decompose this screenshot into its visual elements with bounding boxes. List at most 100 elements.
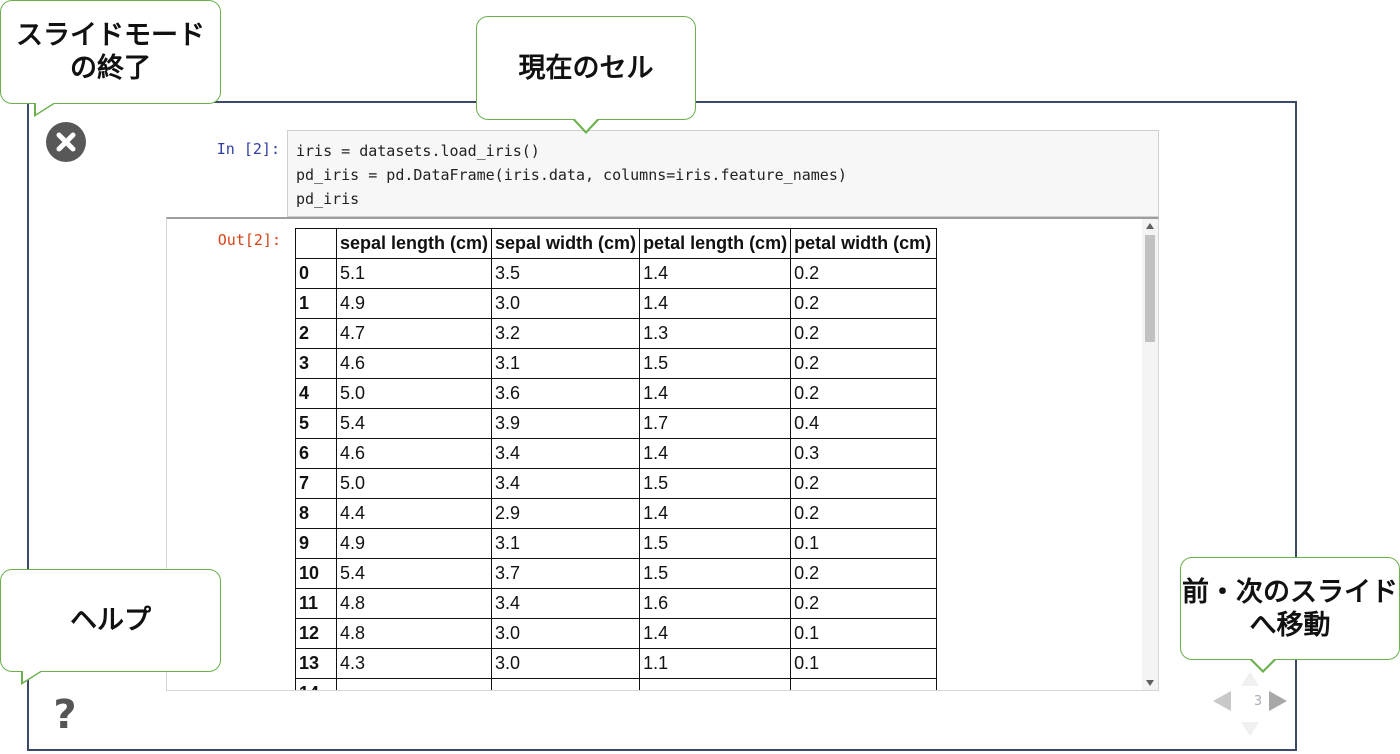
table-cell: 4.9	[335, 528, 493, 559]
table-row: 0 5.1 3.5 1.4 0.2	[295, 258, 938, 289]
table-cell: 5.4	[335, 558, 493, 589]
callout-exit-slideshow: スライドモード の終了	[0, 0, 221, 117]
row-index-cell: 13	[295, 648, 337, 679]
table-cell: 1.7	[639, 408, 792, 439]
table-cell: 0.2	[790, 468, 938, 499]
code-line: pd_iris	[296, 190, 360, 208]
vertical-scrollbar[interactable]	[1142, 219, 1158, 690]
exit-slideshow-button[interactable]	[46, 122, 86, 162]
nav-up-arrow-icon[interactable]	[1241, 672, 1259, 686]
row-index-cell: 3	[295, 348, 337, 379]
column-header: petal length (cm)	[639, 228, 792, 259]
callout-navigation: 前・次のスライド へ移動	[1180, 557, 1400, 673]
table-header-row: sepal length (cm) sepal width (cm) petal…	[295, 228, 938, 259]
table-cell: 3.4	[491, 468, 641, 499]
table-row: 9 4.9 3.1 1.5 0.1	[295, 528, 938, 559]
table-cell: 5.0	[335, 378, 493, 409]
table-cell: 3.6	[491, 378, 641, 409]
callout-current-cell: 現在のセル	[476, 16, 696, 134]
row-index-cell: 5	[295, 408, 337, 439]
column-header: sepal length (cm)	[335, 228, 493, 259]
column-header: sepal width (cm)	[491, 228, 641, 259]
table-cell: 3.0	[491, 648, 641, 679]
callout-text: 現在のセル	[518, 52, 654, 84]
table-cell: 3.5	[491, 258, 641, 289]
table-row: 13 4.3 3.0 1.1 0.1	[295, 648, 938, 679]
nav-prev-arrow-icon[interactable]	[1213, 691, 1231, 711]
table-cell: 4.6	[335, 438, 493, 469]
table-cell: 0.2	[790, 378, 938, 409]
table-row: 8 4.4 2.9 1.4 0.2	[295, 498, 938, 529]
nav-down-arrow-icon[interactable]	[1241, 722, 1259, 736]
table-cell	[790, 678, 938, 690]
table-row: 2 4.7 3.2 1.3 0.2	[295, 318, 938, 349]
table-cell: 4.7	[335, 318, 493, 349]
callout-text: ヘルプ	[70, 605, 151, 636]
output-area[interactable]: Out[2]: sepal length (cm) sepal width (c…	[166, 217, 1159, 691]
table-cell: 3.0	[491, 288, 641, 319]
table-cell	[639, 678, 792, 690]
column-header: petal width (cm)	[790, 228, 938, 259]
table-cell: 0.1	[790, 618, 938, 649]
table-row: 10 5.4 3.7 1.5 0.2	[295, 558, 938, 589]
row-index-cell: 9	[295, 528, 337, 559]
table-cell: 4.4	[335, 498, 493, 529]
table-cell: 4.9	[335, 288, 493, 319]
row-index-cell: 4	[295, 378, 337, 409]
scroll-down-arrow-icon[interactable]	[1146, 680, 1154, 686]
nav-next-arrow-icon[interactable]	[1269, 691, 1287, 711]
table-cell: 0.2	[790, 288, 938, 319]
row-index-cell: 0	[295, 258, 337, 289]
table-cell: 1.5	[639, 528, 792, 559]
callout-text: 前・次のスライド へ移動	[1182, 576, 1398, 641]
table-cell: 1.1	[639, 648, 792, 679]
table-cell: 1.5	[639, 558, 792, 589]
row-index-cell: 6	[295, 438, 337, 469]
table-cell: 3.1	[491, 348, 641, 379]
table-cell: 0.4	[790, 408, 938, 439]
row-index-cell: 12	[295, 618, 337, 649]
table-row: 5 5.4 3.9 1.7 0.4	[295, 408, 938, 439]
table-cell: 3.4	[491, 588, 641, 619]
table-cell: 1.3	[639, 318, 792, 349]
table-cell: 1.4	[639, 618, 792, 649]
table-cell: 1.5	[639, 468, 792, 499]
table-cell: 1.4	[639, 288, 792, 319]
callout-text: スライドモード の終了	[16, 20, 205, 84]
table-cell: 0.2	[790, 318, 938, 349]
table-cell: 2.9	[491, 498, 641, 529]
table-row: 11 4.8 3.4 1.6 0.2	[295, 588, 938, 619]
table-cell	[491, 678, 641, 690]
table-cell: 0.1	[790, 528, 938, 559]
table-cell: 1.6	[639, 588, 792, 619]
table-cell: 0.1	[790, 648, 938, 679]
table-cell: 0.2	[790, 558, 938, 589]
table-cell: 3.4	[491, 438, 641, 469]
table-cell: 0.2	[790, 498, 938, 529]
table-cell: 0.2	[790, 258, 938, 289]
help-button[interactable]: ?	[50, 695, 80, 735]
table-cell: 1.4	[639, 498, 792, 529]
scrollbar-thumb[interactable]	[1145, 235, 1155, 342]
row-index-cell: 14	[295, 678, 337, 690]
row-index-cell: 7	[295, 468, 337, 499]
code-line: iris = datasets.load_iris()	[296, 142, 540, 160]
code-input-area[interactable]: iris = datasets.load_iris() pd_iris = pd.…	[287, 130, 1159, 217]
dataframe-table: sepal length (cm) sepal width (cm) petal…	[295, 228, 938, 690]
column-header	[295, 228, 337, 259]
table-cell: 3.2	[491, 318, 641, 349]
input-prompt: In [2]:	[216, 140, 280, 158]
output-prompt: Out[2]:	[217, 231, 281, 249]
row-index-cell: 10	[295, 558, 337, 589]
slide-number: 3	[1253, 694, 1263, 709]
table-cell: 1.4	[639, 378, 792, 409]
table-cell: 5.4	[335, 408, 493, 439]
scroll-up-arrow-icon[interactable]	[1146, 223, 1154, 229]
callout-help: ヘルプ	[0, 569, 221, 685]
table-cell: 3.7	[491, 558, 641, 589]
table-row: 6 4.6 3.4 1.4 0.3	[295, 438, 938, 469]
row-index-cell: 2	[295, 318, 337, 349]
table-cell: 3.1	[491, 528, 641, 559]
question-mark-icon: ?	[53, 692, 77, 738]
table-cell: 0.2	[790, 588, 938, 619]
